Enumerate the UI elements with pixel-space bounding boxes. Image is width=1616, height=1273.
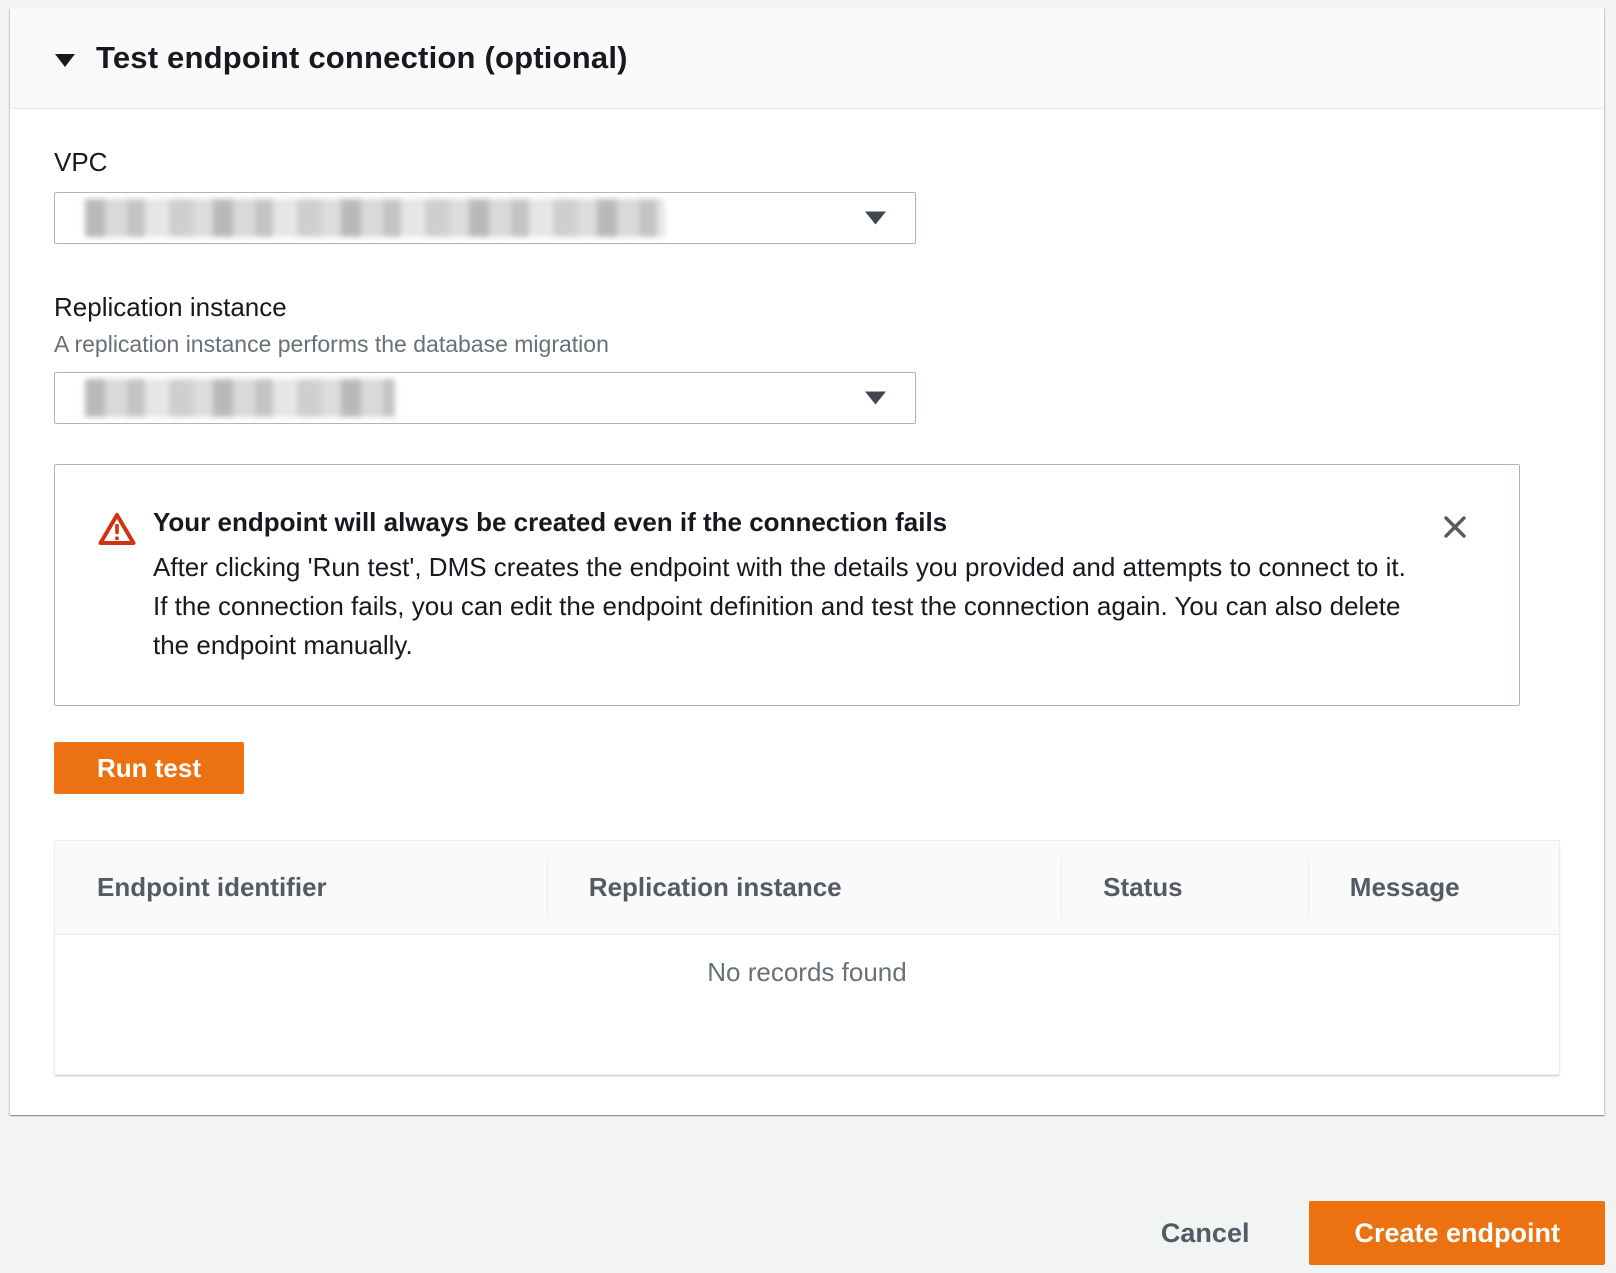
footer-actions: Cancel Create endpoint xyxy=(0,1115,1616,1273)
create-endpoint-button[interactable]: Create endpoint xyxy=(1309,1201,1605,1265)
chevron-down-icon xyxy=(864,211,887,226)
warning-title: Your endpoint will always be created eve… xyxy=(153,507,1421,538)
warning-triangle-icon xyxy=(97,511,137,552)
run-test-button[interactable]: Run test xyxy=(54,742,244,794)
vpc-redacted-value xyxy=(85,199,665,237)
vpc-select[interactable] xyxy=(54,192,916,244)
collapse-triangle-icon[interactable] xyxy=(54,53,76,68)
cancel-button[interactable]: Cancel xyxy=(1131,1201,1280,1265)
table-header-row: Endpoint identifier Replication instance… xyxy=(55,841,1559,935)
page: Test endpoint connection (optional) VPC … xyxy=(0,8,1616,1266)
column-header-status: Status xyxy=(1061,841,1308,934)
replication-instance-description: A replication instance performs the data… xyxy=(54,331,1560,358)
close-icon[interactable] xyxy=(1437,509,1473,545)
vpc-label: VPC xyxy=(54,147,1560,178)
column-header-endpoint-identifier: Endpoint identifier xyxy=(55,841,547,934)
warning-text: Your endpoint will always be created eve… xyxy=(153,507,1421,665)
vpc-field: VPC xyxy=(54,147,1560,244)
test-endpoint-panel: Test endpoint connection (optional) VPC … xyxy=(10,8,1604,1115)
panel-header[interactable]: Test endpoint connection (optional) xyxy=(10,8,1604,109)
chevron-down-icon xyxy=(864,391,887,406)
warning-banner: Your endpoint will always be created eve… xyxy=(54,464,1520,706)
warning-body: After clicking 'Run test', DMS creates t… xyxy=(153,548,1421,665)
replication-instance-field: Replication instance A replication insta… xyxy=(54,292,1560,424)
empty-state-message: No records found xyxy=(55,957,1559,988)
replication-instance-select[interactable] xyxy=(54,372,916,424)
test-results-table: Endpoint identifier Replication instance… xyxy=(54,840,1560,1075)
panel-body: VPC Replication instance A replication i… xyxy=(10,109,1604,1115)
column-header-message: Message xyxy=(1308,841,1559,934)
table-body: No records found xyxy=(55,935,1559,1074)
replication-instance-label: Replication instance xyxy=(54,292,1560,323)
panel-title: Test endpoint connection (optional) xyxy=(96,40,628,76)
column-header-replication-instance: Replication instance xyxy=(547,841,1061,934)
replication-instance-redacted-value xyxy=(85,379,395,417)
